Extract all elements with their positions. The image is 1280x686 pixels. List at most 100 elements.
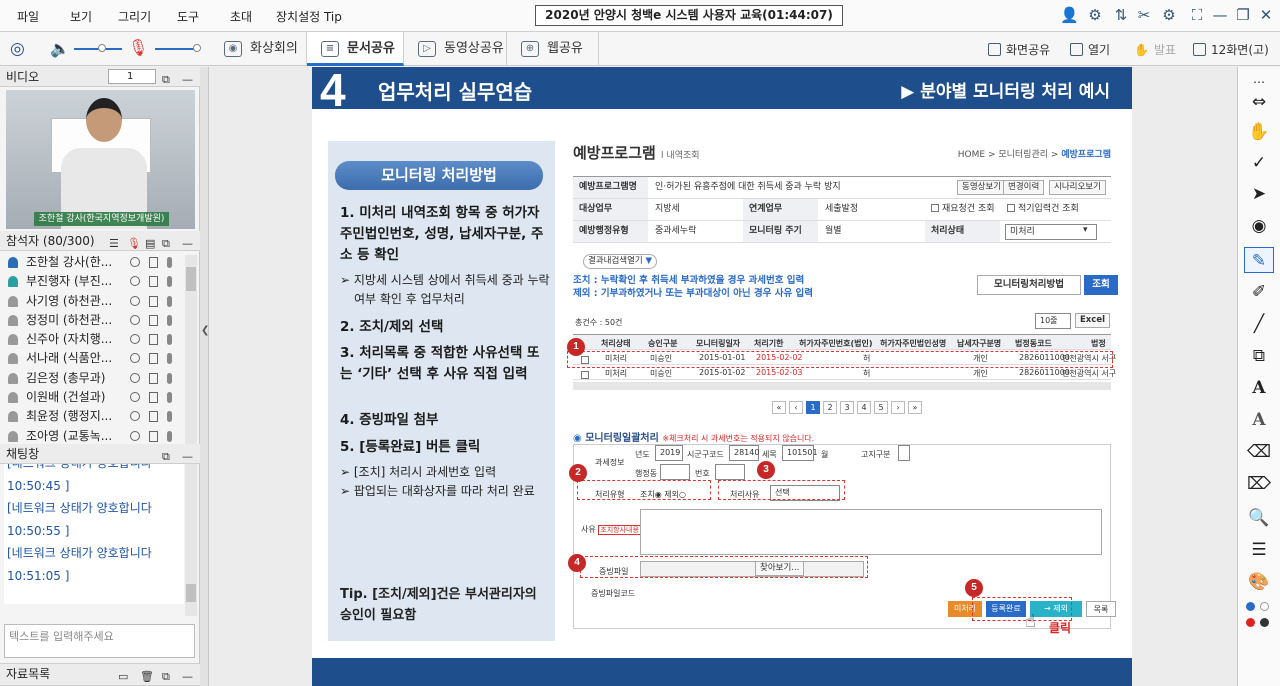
camera-status-icon[interactable]	[130, 430, 140, 441]
excel-button[interactable]: Excel	[1075, 313, 1111, 328]
mic-status-icon[interactable]	[167, 295, 172, 307]
minimize-panel-icon[interactable]: —	[182, 234, 193, 254]
popout-icon[interactable]: ⧉	[162, 234, 170, 254]
line-icon[interactable]: ╱	[1244, 311, 1274, 337]
scroll-thumb[interactable]	[186, 267, 196, 291]
bunho-input[interactable]	[715, 464, 745, 480]
pager-page[interactable]: 3	[840, 401, 854, 414]
camera-status-icon[interactable]	[130, 295, 140, 306]
doc-icon[interactable]: ▤	[145, 234, 155, 254]
camera-status-icon[interactable]	[130, 411, 140, 422]
pager-page[interactable]: 4	[857, 401, 871, 414]
record-dot-icon[interactable]: ◉	[1244, 213, 1274, 239]
menu-view[interactable]: 보기	[70, 8, 92, 25]
list-item[interactable]: 서나래 (식품안...	[4, 349, 184, 368]
list-item[interactable]: 조한철 강사(한...	[4, 253, 184, 272]
mic-status-icon[interactable]	[167, 334, 172, 346]
user-icon[interactable]: 👤	[1060, 6, 1079, 24]
pan-arrows-icon[interactable]: ⇔	[1244, 89, 1274, 115]
pen-icon[interactable]: ✎	[1244, 247, 1274, 273]
doc-status-icon[interactable]	[149, 314, 158, 326]
list-item[interactable]: 정정미 (하천관...	[4, 311, 184, 330]
mic-status-icon[interactable]	[167, 430, 172, 442]
reason-textarea[interactable]	[640, 509, 1102, 555]
list-item[interactable]: 최윤정 (행정지...	[4, 407, 184, 426]
pager-page[interactable]: 5	[874, 401, 888, 414]
mic-status-icon[interactable]	[167, 372, 172, 384]
table-scrollbar[interactable]	[573, 382, 1111, 390]
updown-icon[interactable]: ⇅	[1112, 6, 1130, 24]
participant-scrollbar[interactable]	[185, 255, 197, 445]
sigungu-input[interactable]: 28140	[729, 445, 759, 461]
list-button[interactable]: 목록	[1086, 601, 1116, 617]
collapse-panel-handle[interactable]: ❮	[200, 67, 209, 686]
menu-device-tip[interactable]: 장치설정 Tip	[276, 8, 342, 25]
chat-scrollbar[interactable]	[185, 464, 197, 616]
expand-search-button[interactable]: 결과내검색열기 ▼	[583, 254, 657, 269]
text-icon[interactable]: A	[1244, 375, 1274, 401]
doc-status-icon[interactable]	[149, 295, 158, 307]
scroll-thumb[interactable]	[186, 584, 196, 602]
color-black[interactable]	[1260, 618, 1269, 627]
checkbox[interactable]	[581, 371, 589, 379]
zoom-icon[interactable]: 🔍	[1244, 505, 1274, 531]
rerequest-check[interactable]: 재요청건 조회	[931, 199, 995, 220]
semok-input[interactable]: 101501	[782, 445, 818, 461]
doc-status-icon[interactable]	[149, 392, 158, 404]
maximize-icon[interactable]: ❐	[1234, 6, 1252, 24]
speaker-volume-knob[interactable]	[98, 44, 106, 52]
tools-icon[interactable]: ✂	[1135, 6, 1153, 24]
minimize-icon[interactable]: —	[1211, 6, 1229, 24]
popout-icon[interactable]: ⧉	[162, 667, 170, 686]
chat-input[interactable]: 텍스트를 입력해주세요	[4, 624, 195, 658]
tab-document-share[interactable]: ≡ 문서공유	[307, 32, 404, 66]
list-item[interactable]: 신주아 (자치행...	[4, 330, 184, 349]
menu-invite[interactable]: 초대	[230, 8, 252, 25]
text-style-icon[interactable]: A	[1244, 407, 1274, 433]
eraser-icon[interactable]: ⌫	[1244, 439, 1274, 465]
checkbox[interactable]	[1007, 204, 1015, 212]
shape-icon[interactable]: ⧉	[1244, 343, 1274, 369]
mic-off-all-icon[interactable]: 🎙	[127, 234, 141, 254]
tab-video-share[interactable]: ▷ 동영상공유	[404, 32, 507, 66]
camera-icon[interactable]: ◎	[10, 39, 25, 59]
list-item[interactable]: 사기영 (하천관...	[4, 292, 184, 311]
close-icon[interactable]: ✕	[1257, 6, 1275, 24]
video-index-select[interactable]: 1	[108, 69, 156, 84]
camera-status-icon[interactable]	[130, 334, 140, 345]
folder-icon[interactable]: ▭	[118, 667, 128, 686]
doc-status-icon[interactable]	[149, 257, 158, 268]
monitoring-method-button[interactable]: 모니터링처리방법	[977, 275, 1081, 295]
doc-status-icon[interactable]	[149, 430, 158, 442]
menu-file[interactable]: 파일	[17, 8, 39, 25]
mic-muted-icon[interactable]: 🎙	[128, 38, 148, 57]
highlighter-icon[interactable]: ✐	[1244, 279, 1274, 305]
fullscreen-icon[interactable]: ⛶	[1188, 6, 1206, 24]
pager-first[interactable]: «	[772, 401, 786, 414]
eraser-all-icon[interactable]: ⌦	[1244, 471, 1274, 497]
trash-icon[interactable]: 🗑	[140, 667, 154, 686]
color-white[interactable]	[1260, 602, 1269, 611]
minimize-panel-icon[interactable]: —	[182, 667, 193, 686]
color-blue[interactable]	[1246, 602, 1255, 611]
open-button[interactable]: 열기	[1070, 41, 1110, 58]
list-item[interactable]: 부진행자 (부진...	[4, 272, 184, 291]
doc-status-icon[interactable]	[149, 411, 158, 423]
camera-status-icon[interactable]	[130, 257, 140, 267]
gosi-input[interactable]	[898, 445, 910, 461]
menu-tools[interactable]: 도구	[177, 8, 199, 25]
pager-page[interactable]: 1	[806, 401, 820, 414]
scenario-button[interactable]: 시나리오보기	[1049, 180, 1106, 195]
minimize-panel-icon[interactable]: —	[182, 70, 193, 90]
doc-status-icon[interactable]	[149, 276, 158, 288]
doc-status-icon[interactable]	[149, 353, 158, 365]
palette-icon[interactable]: 🎨	[1244, 569, 1274, 595]
mic-status-icon[interactable]	[167, 353, 172, 365]
camera-status-icon[interactable]	[130, 392, 140, 403]
popout-icon[interactable]: ⧉	[162, 70, 170, 90]
year-input[interactable]: 2019	[655, 445, 683, 461]
doc-status-icon[interactable]	[149, 372, 158, 384]
tab-video-conference[interactable]: ◉ 화상회의	[210, 32, 307, 66]
camera-status-icon[interactable]	[130, 276, 140, 287]
video-view-button[interactable]: 동영상보기	[957, 180, 1007, 195]
